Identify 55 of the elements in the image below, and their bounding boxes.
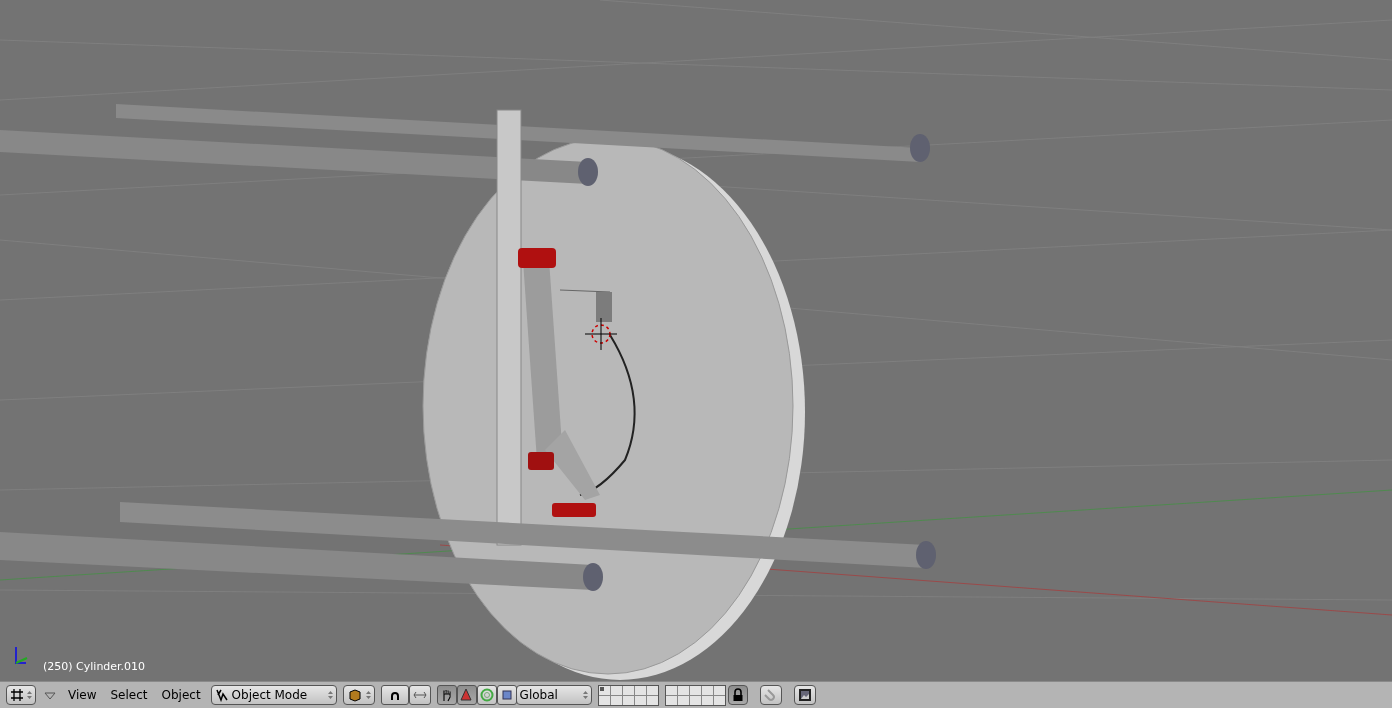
layer-button[interactable] <box>634 685 646 695</box>
menu-item[interactable]: Select <box>106 686 152 704</box>
grid-icon <box>10 688 24 702</box>
triangle-icon <box>44 691 56 700</box>
manipulator-button[interactable] <box>456 685 477 705</box>
mode-dropdown[interactable]: Object Mode <box>210 685 337 705</box>
layer-button[interactable] <box>598 695 610 705</box>
image-icon <box>797 688 812 702</box>
layer-button[interactable] <box>634 695 646 705</box>
cube-icon <box>346 687 363 703</box>
up-down-icon <box>582 690 588 700</box>
manipulator-toggle[interactable] <box>436 685 457 705</box>
menu-item[interactable]: Object <box>157 686 205 704</box>
pivot-icon <box>388 689 401 701</box>
axis-gizmo-icon <box>15 646 28 664</box>
square-icon <box>499 688 514 702</box>
layer-button[interactable] <box>677 695 689 705</box>
layer-button[interactable] <box>701 695 713 705</box>
layer-button[interactable] <box>610 685 622 695</box>
editor-type-button[interactable] <box>6 685 36 705</box>
layer-button[interactable] <box>701 685 713 695</box>
object-info-text: (250) Cylinder.010 <box>43 660 146 674</box>
up-down-icon <box>365 690 371 700</box>
layer-button[interactable] <box>646 695 658 705</box>
layer-button[interactable] <box>713 685 725 695</box>
orientation-dropdown[interactable]: Global <box>515 685 592 705</box>
layer-button[interactable] <box>713 695 725 705</box>
cursor-icon <box>584 317 618 351</box>
layer-button[interactable] <box>677 685 689 695</box>
lock-icon <box>731 688 744 702</box>
layer-button[interactable] <box>689 695 701 705</box>
align-button[interactable] <box>408 685 431 705</box>
up-down-icon <box>327 690 333 700</box>
ring-icon <box>479 688 494 702</box>
lock-button[interactable] <box>727 685 748 705</box>
layer-button[interactable] <box>622 695 634 705</box>
shading-dropdown[interactable] <box>342 685 375 705</box>
manipulator-button[interactable] <box>496 685 517 705</box>
layer-button[interactable] <box>598 685 610 695</box>
layer-button[interactable] <box>610 695 622 705</box>
mode-icon <box>214 688 229 702</box>
layer-button[interactable] <box>622 685 634 695</box>
layer-button[interactable] <box>689 685 701 695</box>
menu-item[interactable]: View <box>64 686 101 704</box>
magnet-button[interactable] <box>759 685 782 705</box>
render-button[interactable] <box>793 685 816 705</box>
layer-button[interactable] <box>665 695 677 705</box>
layer-button[interactable] <box>665 685 677 695</box>
magnet-icon <box>763 688 778 702</box>
layer-button[interactable] <box>646 685 658 695</box>
pivot-dropdown[interactable] <box>380 685 409 705</box>
arrows-icon <box>412 690 427 700</box>
manipulator-button[interactable] <box>476 685 497 705</box>
up-down-icon <box>27 690 32 700</box>
triangle-icon <box>459 688 474 702</box>
